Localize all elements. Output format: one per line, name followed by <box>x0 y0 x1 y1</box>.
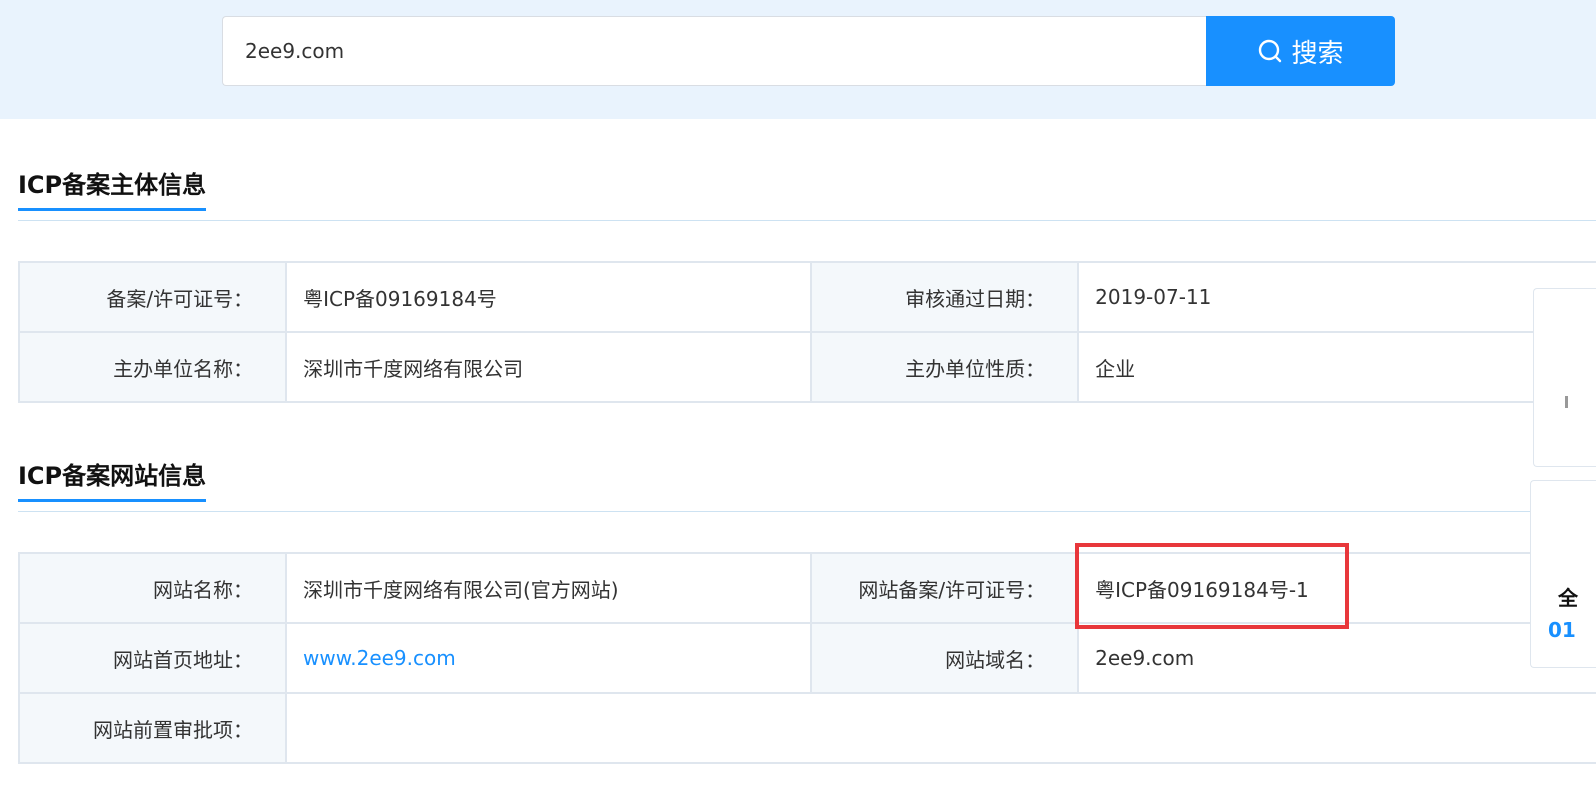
side-panel-marker <box>1565 396 1568 408</box>
homepage-label: 网站首页地址： <box>18 622 287 694</box>
side-panel-number: 01 <box>1548 618 1576 642</box>
highlight-annotation-box <box>1075 543 1349 629</box>
site-license-label: 网站备案/许可证号： <box>810 552 1080 624</box>
side-panel-text: 全 <box>1558 586 1578 610</box>
organizer-type-value: 企业 <box>1077 331 1596 403</box>
approval-date-label: 审核通过日期： <box>810 261 1080 333</box>
table-row: 主办单位名称： 深圳市千度网络有限公司 主办单位性质： 企业 <box>17 331 1596 403</box>
site-name-value: 深圳市千度网络有限公司(官方网站) <box>284 552 813 624</box>
search-button-label: 搜索 <box>1291 38 1344 69</box>
organizer-name-label: 主办单位名称： <box>17 331 288 403</box>
section-title-subject: ICP备案主体信息 <box>18 170 207 211</box>
website-info-table: 网站名称： 深圳市千度网络有限公司(官方网站) 网站备案/许可证号： 粤ICP备… <box>18 552 1596 764</box>
domain-value: 2ee9.com <box>1077 622 1596 694</box>
pre-approval-value <box>285 692 1596 764</box>
license-label: 备案/许可证号： <box>17 261 288 333</box>
site-name-label: 网站名称： <box>18 552 287 624</box>
table-row: 网站名称： 深圳市千度网络有限公司(官方网站) 网站备案/许可证号： 粤ICP备… <box>18 552 1596 624</box>
license-value: 粤ICP备09169184号 <box>285 261 813 333</box>
table-row: 网站首页地址： www.2ee9.com 网站域名： 2ee9.com <box>18 622 1596 694</box>
homepage-link[interactable]: www.2ee9.com <box>303 646 456 670</box>
search-input[interactable] <box>222 16 1206 86</box>
homepage-cell: www.2ee9.com <box>284 622 813 694</box>
organizer-type-label: 主办单位性质： <box>810 331 1080 403</box>
search-button[interactable]: 搜索 <box>1206 16 1395 86</box>
section-title-website: ICP备案网站信息 <box>18 461 207 502</box>
table-row: 备案/许可证号： 粤ICP备09169184号 审核通过日期： 2019-07-… <box>17 261 1596 333</box>
pre-approval-label: 网站前置审批项： <box>18 692 287 764</box>
side-panel-card[interactable] <box>1533 288 1596 467</box>
search-icon <box>1259 39 1282 63</box>
section-divider <box>18 511 1596 512</box>
table-row: 网站前置审批项： <box>18 692 1596 764</box>
approval-date-value: 2019-07-11 <box>1077 261 1596 333</box>
organizer-name-value: 深圳市千度网络有限公司 <box>285 331 813 403</box>
subject-info-table: 备案/许可证号： 粤ICP备09169184号 审核通过日期： 2019-07-… <box>17 261 1596 403</box>
section-divider <box>18 220 1596 221</box>
domain-label: 网站域名： <box>810 622 1080 694</box>
